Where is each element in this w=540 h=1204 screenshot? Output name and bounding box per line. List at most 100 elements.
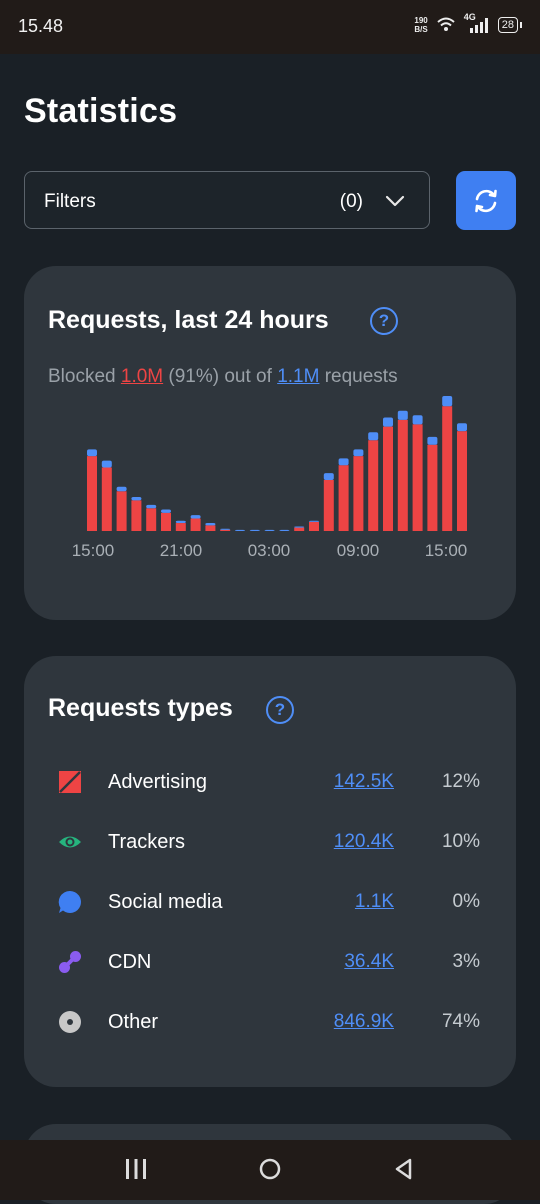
refresh-icon [475, 189, 497, 212]
advertising-icon [59, 771, 81, 793]
bar-allowed [175, 520, 186, 524]
bar-blocked [397, 419, 408, 531]
bar-blocked [220, 529, 231, 531]
request-types-card: Requests types ? Advertising 142.5K 12% … [24, 656, 516, 1087]
bar-blocked [309, 521, 319, 531]
bar-allowed [397, 410, 408, 420]
type-label: CDN [108, 951, 152, 973]
bar-allowed [383, 417, 393, 427]
x-tick-label: 15:00 [72, 541, 115, 560]
bar-allowed [442, 396, 453, 407]
bar-blocked [161, 512, 171, 531]
status-time: 15.48 [18, 16, 64, 36]
bar-allowed [146, 504, 157, 509]
type-row-social-media[interactable]: Social media 1.1K 0% [24, 882, 516, 922]
requests-card: Requests, last 24 hours ? Blocked 1.0M (… [24, 266, 516, 620]
bar-blocked [116, 491, 127, 531]
type-count-link[interactable]: 142.5K [334, 771, 394, 793]
types-help-icon[interactable]: ? [266, 696, 294, 724]
x-tick-label: 15:00 [425, 541, 468, 560]
bar-allowed [368, 432, 379, 441]
net-speed-value: 190 [414, 16, 428, 25]
bar-allowed [412, 415, 423, 425]
page-title: Statistics [24, 92, 178, 130]
bar-blocked [323, 479, 334, 531]
bar-allowed [116, 486, 127, 492]
type-count-link[interactable]: 1.1K [355, 891, 394, 913]
type-row-cdn[interactable]: CDN 36.4K 3% [24, 942, 516, 982]
x-tick-label: 21:00 [160, 541, 203, 560]
net-speed-unit: B/S [414, 25, 428, 34]
bar-blocked [412, 424, 423, 531]
bar-allowed [220, 528, 231, 530]
bar-allowed [205, 523, 216, 526]
eye-icon [59, 836, 81, 848]
bar-allowed [264, 529, 275, 531]
type-label: Trackers [108, 831, 186, 853]
bar-blocked [294, 527, 305, 531]
refresh-button[interactable] [456, 171, 516, 230]
type-label: Advertising [108, 771, 207, 793]
other-icon [59, 1011, 81, 1033]
bar-blocked [87, 456, 97, 531]
bar-allowed [323, 473, 334, 480]
requests-bar-chart: 15:00 21:00 03:00 09:00 15:00 [72, 396, 468, 560]
bar-allowed [353, 449, 364, 457]
type-count-link[interactable]: 36.4K [344, 951, 394, 973]
type-label: Social media [108, 891, 223, 913]
types-card-title: Requests types [48, 694, 233, 722]
bar-blocked [175, 523, 186, 531]
bar-blocked [368, 440, 379, 531]
bar-blocked [457, 431, 467, 531]
filters-count: (0) [339, 191, 363, 212]
type-percent: 10% [441, 831, 480, 852]
type-percent: 12% [441, 771, 480, 792]
cdn-icon [59, 951, 81, 973]
type-row-trackers[interactable]: Trackers 120.4K 10% [24, 822, 516, 862]
bar-allowed [101, 460, 112, 468]
type-row-other[interactable]: Other 846.9K 74% [24, 1002, 516, 1042]
bar-allowed [457, 423, 467, 432]
chat-bubble-icon [58, 890, 81, 913]
filters-dropdown[interactable]: Filters (0) [24, 171, 430, 229]
bar-allowed [249, 529, 260, 531]
filters-label: Filters [44, 191, 96, 212]
signal-indicator: 4G [464, 12, 490, 34]
bar-allowed [309, 520, 319, 522]
wifi-icon [437, 17, 455, 31]
bar-blocked [427, 444, 438, 531]
x-tick-label: 09:00 [337, 541, 380, 560]
signal-icon [469, 18, 488, 33]
bar-blocked [101, 467, 112, 531]
status-icons: 190 B/S 4G 28 [414, 12, 523, 34]
bar-allowed [131, 496, 142, 501]
status-bar: 15.48 190 B/S 4G 28 [0, 0, 540, 54]
battery-icon: 28 [497, 17, 523, 33]
bar-allowed [161, 509, 171, 513]
bar-allowed [87, 449, 97, 457]
type-row-advertising[interactable]: Advertising 142.5K 12% [24, 762, 516, 802]
type-percent: 74% [441, 1011, 480, 1032]
bar-allowed [279, 529, 290, 531]
type-count-link[interactable]: 120.4K [334, 831, 394, 853]
chevron-down-icon [385, 195, 405, 207]
bar-allowed [235, 529, 245, 531]
type-percent: 3% [452, 951, 480, 972]
bar-allowed [294, 526, 305, 528]
x-tick-label: 03:00 [248, 541, 291, 560]
back-icon[interactable] [392, 1157, 416, 1181]
type-count-link[interactable]: 846.9K [334, 1011, 394, 1033]
bar-blocked [131, 500, 142, 531]
bar-allowed [427, 436, 438, 445]
navigation-bar [0, 1140, 540, 1200]
bar-blocked [353, 456, 364, 531]
home-icon[interactable] [258, 1157, 282, 1181]
bar-blocked [383, 426, 393, 531]
bar-blocked [146, 508, 157, 531]
recents-icon[interactable] [124, 1157, 148, 1181]
type-label: Other [108, 1011, 159, 1033]
bar-allowed [338, 458, 349, 466]
bar-allowed [190, 515, 201, 519]
bar-blocked [442, 406, 453, 531]
bar-blocked [338, 465, 349, 531]
